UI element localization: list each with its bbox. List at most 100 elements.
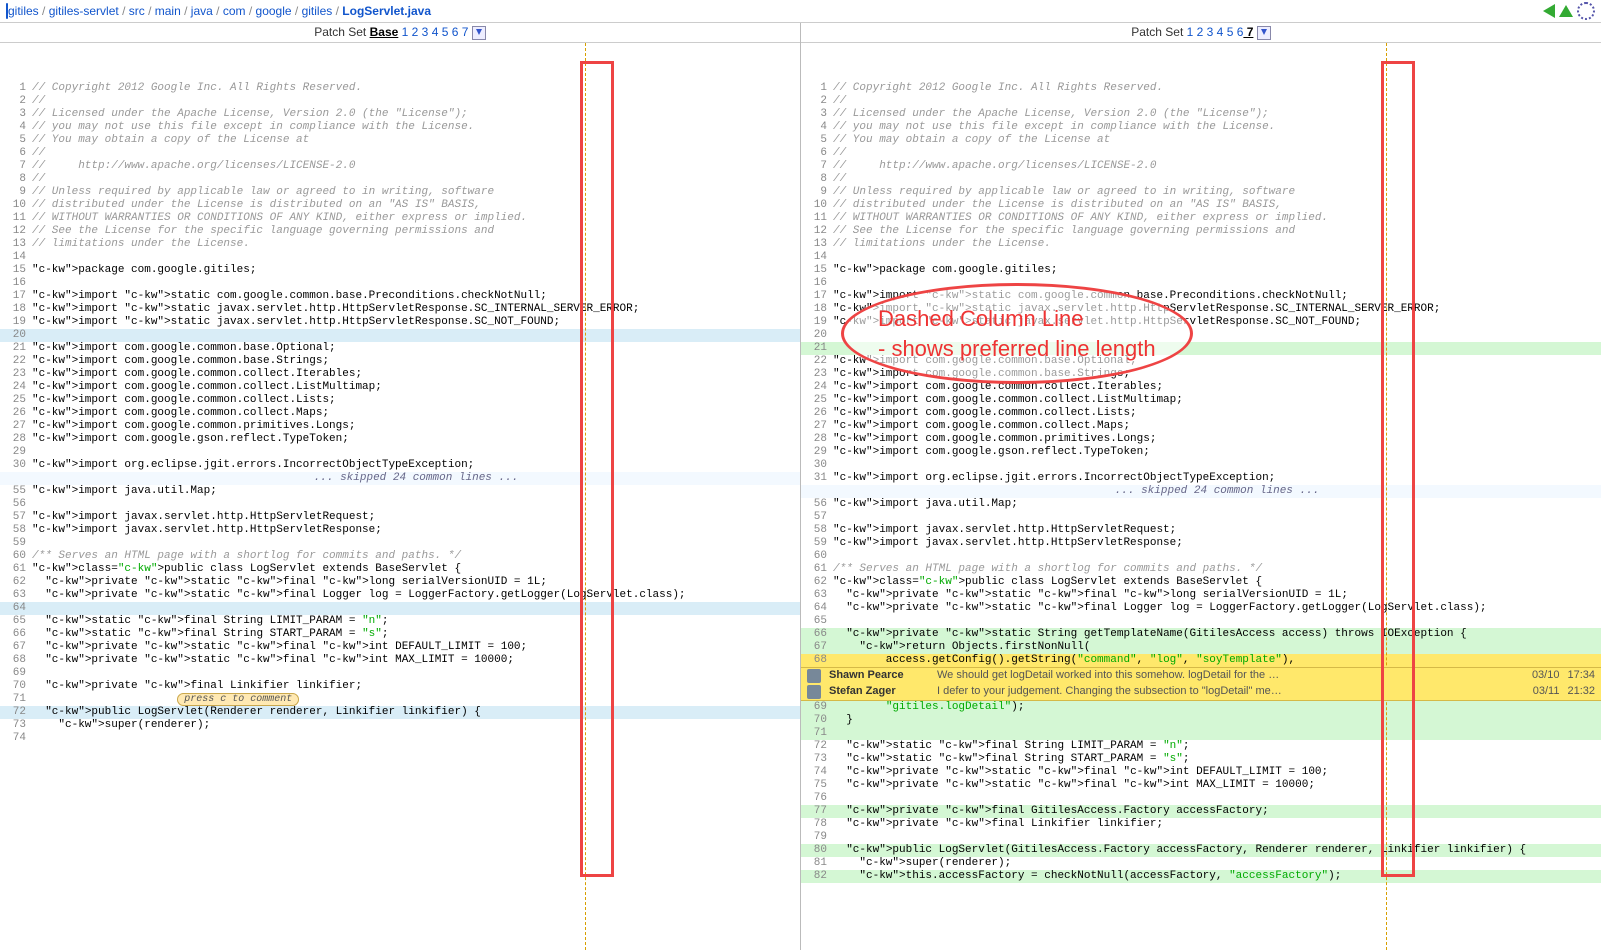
code-line[interactable]: 18"c-kw">import "c-kw">static javax.serv…: [0, 303, 800, 316]
line-number[interactable]: 26: [801, 407, 833, 420]
line-number[interactable]: 58: [801, 524, 833, 537]
line-number[interactable]: 8: [801, 173, 833, 186]
code-line[interactable]: 30"c-kw">import org.eclipse.jgit.errors.…: [0, 459, 800, 472]
download-icon[interactable]: [1257, 26, 1271, 40]
line-number[interactable]: 27: [801, 420, 833, 433]
code-line[interactable]: 74: [0, 732, 800, 745]
line-number[interactable]: 60: [801, 550, 833, 563]
code-line[interactable]: 24"c-kw">import com.google.common.collec…: [801, 381, 1601, 394]
line-number[interactable]: 20: [0, 329, 32, 342]
patchset-num[interactable]: 2: [408, 25, 418, 39]
code-line[interactable]: 66 "c-kw">static "c-kw">final String STA…: [0, 628, 800, 641]
code-line[interactable]: 26"c-kw">import com.google.common.collec…: [801, 407, 1601, 420]
code-line[interactable]: 59"c-kw">import javax.servlet.http.HttpS…: [801, 537, 1601, 550]
patchset-base[interactable]: Base: [370, 25, 399, 39]
code-line[interactable]: 73 "c-kw">static "c-kw">final String STA…: [801, 753, 1601, 766]
patchset-num[interactable]: 5: [1223, 25, 1233, 39]
line-number[interactable]: 26: [0, 407, 32, 420]
patchset-num[interactable]: 6: [1233, 25, 1243, 39]
breadcrumb-link[interactable]: gitiles: [302, 4, 333, 18]
code-line[interactable]: 78 "c-kw">private "c-kw">final Linkifier…: [801, 818, 1601, 831]
code-line[interactable]: 17"c-kw">import "c-kw">static com.google…: [0, 290, 800, 303]
line-number[interactable]: 78: [801, 818, 833, 831]
code-line[interactable]: 3// Licensed under the Apache License, V…: [801, 108, 1601, 121]
line-number[interactable]: 65: [0, 615, 32, 628]
code-line[interactable]: 71 press c to comment: [0, 693, 800, 706]
code-line[interactable]: 63 "c-kw">private "c-kw">static "c-kw">f…: [0, 589, 800, 602]
line-number[interactable]: 21: [801, 342, 833, 355]
code-line[interactable]: 19"c-kw">import "c-kw">static javax.serv…: [0, 316, 800, 329]
code-line[interactable]: 2//: [0, 95, 800, 108]
line-number[interactable]: 13: [0, 238, 32, 251]
line-number[interactable]: 66: [0, 628, 32, 641]
line-number[interactable]: 73: [0, 719, 32, 732]
code-line[interactable]: 5// You may obtain a copy of the License…: [801, 134, 1601, 147]
comment-row[interactable]: Stefan ZagerI defer to your judgement. C…: [801, 684, 1601, 700]
code-line[interactable]: 61/** Serves an HTML page with a shortlo…: [801, 563, 1601, 576]
code-line[interactable]: 75 "c-kw">private "c-kw">static "c-kw">f…: [801, 779, 1601, 792]
line-number[interactable]: 11: [801, 212, 833, 225]
code-line[interactable]: 25"c-kw">import com.google.common.collec…: [801, 394, 1601, 407]
line-number[interactable]: 73: [801, 753, 833, 766]
line-number[interactable]: 25: [0, 394, 32, 407]
code-line[interactable]: 24"c-kw">import com.google.common.collec…: [0, 381, 800, 394]
patchset-num[interactable]: 3: [418, 25, 428, 39]
line-number[interactable]: 24: [0, 381, 32, 394]
code-line[interactable]: 82 "c-kw">this.accessFactory = checkNotN…: [801, 870, 1601, 883]
line-number[interactable]: 11: [0, 212, 32, 225]
line-number[interactable]: 17: [801, 290, 833, 303]
line-number[interactable]: 63: [0, 589, 32, 602]
line-number[interactable]: 13: [801, 238, 833, 251]
line-number[interactable]: 3: [801, 108, 833, 121]
code-line[interactable]: 68 "c-kw">private "c-kw">static "c-kw">f…: [0, 654, 800, 667]
code-line[interactable]: 9// Unless required by applicable law or…: [0, 186, 800, 199]
code-line[interactable]: 62"c-kw">class="c-kw">public class LogSe…: [801, 576, 1601, 589]
line-number[interactable]: 21: [0, 342, 32, 355]
code-line[interactable]: 64: [0, 602, 800, 615]
code-line[interactable]: 56: [0, 498, 800, 511]
line-number[interactable]: 30: [801, 459, 833, 472]
code-line[interactable]: 20: [801, 329, 1601, 342]
line-number[interactable]: 18: [801, 303, 833, 316]
code-line[interactable]: 70 }: [801, 714, 1601, 727]
line-number[interactable]: 55: [0, 485, 32, 498]
line-number[interactable]: 19: [0, 316, 32, 329]
code-line[interactable]: 8//: [801, 173, 1601, 186]
code-line[interactable]: 13// limitations under the License.: [801, 238, 1601, 251]
line-number[interactable]: 70: [0, 680, 32, 693]
line-number[interactable]: 74: [0, 732, 32, 745]
line-number[interactable]: 16: [0, 277, 32, 290]
patchset-num[interactable]: 2: [1193, 25, 1203, 39]
code-line[interactable]: 14: [801, 251, 1601, 264]
code-line[interactable]: 62 "c-kw">private "c-kw">static "c-kw">f…: [0, 576, 800, 589]
code-line[interactable]: 15"c-kw">package com.google.gitiles;: [0, 264, 800, 277]
code-line[interactable]: 21"c-kw">import com.google.common.base.O…: [0, 342, 800, 355]
breadcrumb-link[interactable]: com: [223, 4, 246, 18]
code-line[interactable]: 10// distributed under the License is di…: [0, 199, 800, 212]
breadcrumb-link[interactable]: gitiles: [8, 4, 39, 18]
code-line[interactable]: 9// Unless required by applicable law or…: [801, 186, 1601, 199]
line-number[interactable]: 12: [0, 225, 32, 238]
code-line[interactable]: 67 "c-kw">return Objects.firstNonNull(: [801, 641, 1601, 654]
breadcrumb-link[interactable]: java: [191, 4, 213, 18]
line-number[interactable]: 59: [0, 537, 32, 550]
code-line[interactable]: 26"c-kw">import com.google.common.collec…: [0, 407, 800, 420]
line-number[interactable]: 57: [801, 511, 833, 524]
code-line[interactable]: 20: [0, 329, 800, 342]
line-number[interactable]: 7: [801, 160, 833, 173]
line-number[interactable]: 10: [0, 199, 32, 212]
line-number[interactable]: 5: [0, 134, 32, 147]
code-line[interactable]: 69 "gitiles.logDetail");: [801, 701, 1601, 714]
code-line[interactable]: 64 "c-kw">private "c-kw">static "c-kw">f…: [801, 602, 1601, 615]
line-number[interactable]: 28: [801, 433, 833, 446]
line-number[interactable]: 56: [801, 498, 833, 511]
line-number[interactable]: 24: [801, 381, 833, 394]
line-number[interactable]: 81: [801, 857, 833, 870]
inline-comments[interactable]: Shawn PearceWe should get logDetail work…: [801, 667, 1601, 701]
code-line[interactable]: 25"c-kw">import com.google.common.collec…: [0, 394, 800, 407]
code-line[interactable]: 27"c-kw">import com.google.common.primit…: [0, 420, 800, 433]
comment-hint[interactable]: press c to comment: [177, 693, 299, 706]
line-number[interactable]: 76: [801, 792, 833, 805]
line-number[interactable]: 69: [0, 667, 32, 680]
code-line[interactable]: 57"c-kw">import javax.servlet.http.HttpS…: [0, 511, 800, 524]
